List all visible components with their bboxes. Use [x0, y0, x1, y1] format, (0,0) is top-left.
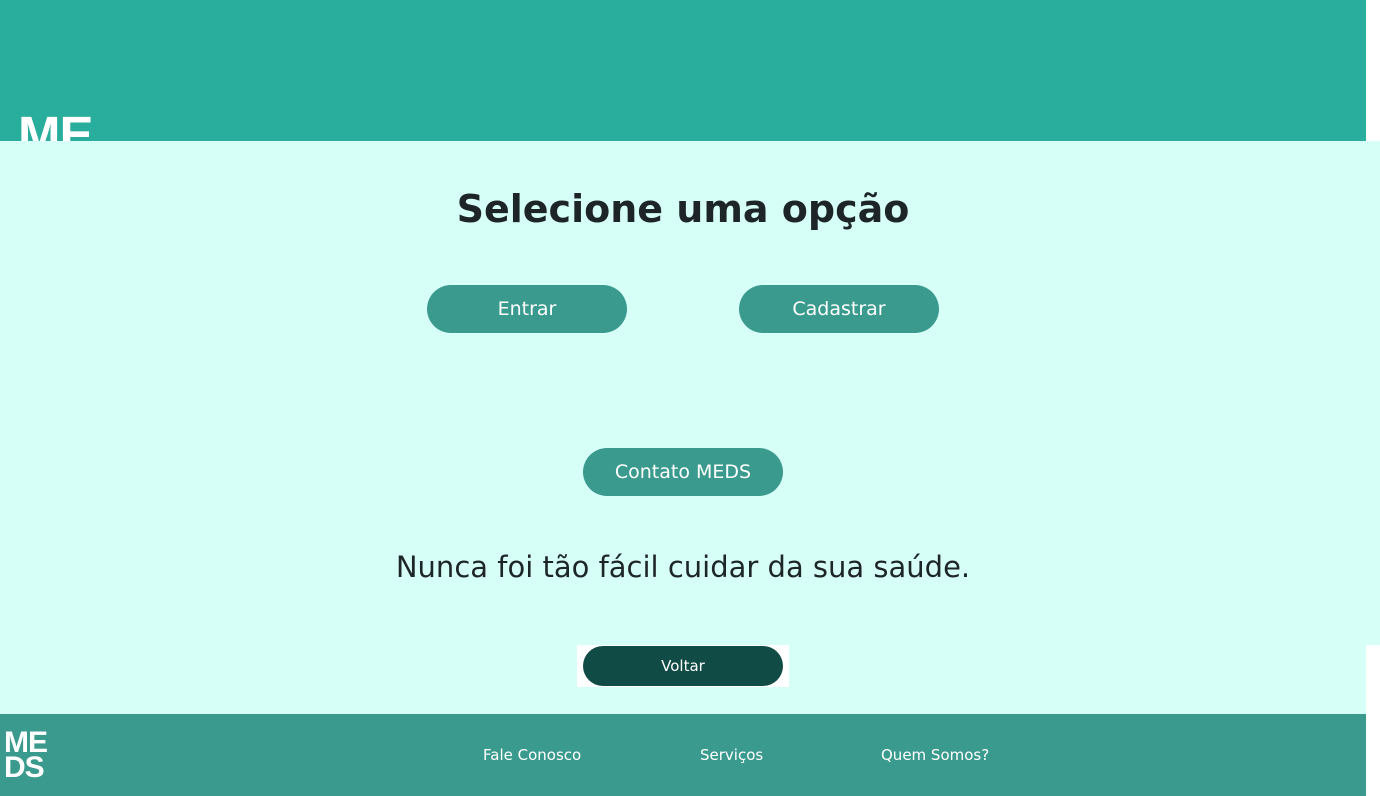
footer-link-fale-conosco[interactable]: Fale Conosco [483, 745, 581, 765]
cadastrar-button[interactable]: Cadastrar [739, 285, 939, 333]
page-title: Selecione uma opção [456, 187, 910, 231]
voltar-button[interactable]: Voltar [583, 646, 783, 686]
site-header: ME DS [0, 0, 1366, 286]
contato-meds-button[interactable]: Contato MEDS [583, 448, 783, 496]
footer-link-servicos[interactable]: Serviços [700, 745, 763, 765]
footer-link-quem-somos[interactable]: Quem Somos? [881, 745, 989, 765]
site-footer: ME DS Fale Conosco Serviços Quem Somos? [0, 714, 1366, 796]
tagline: Nunca foi tão fácil cuidar da sua saúde. [395, 550, 971, 584]
entrar-button[interactable]: Entrar [427, 285, 627, 333]
footer-meds-logo[interactable]: ME DS [4, 728, 54, 783]
